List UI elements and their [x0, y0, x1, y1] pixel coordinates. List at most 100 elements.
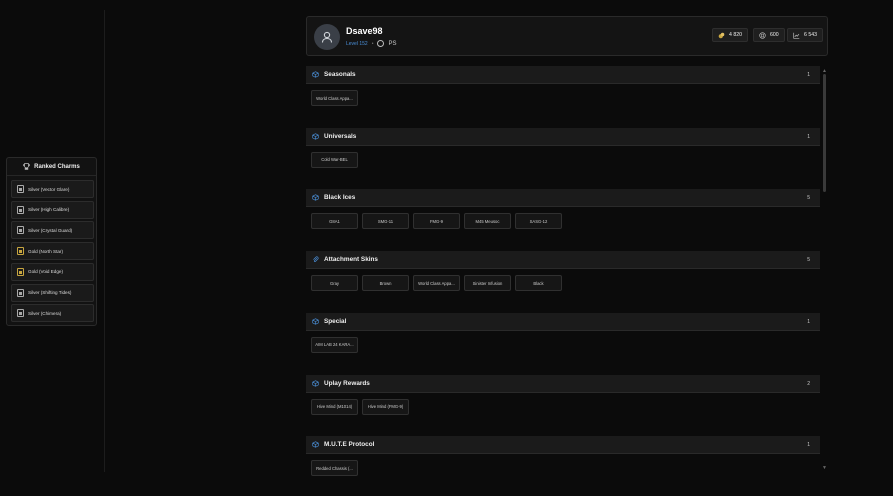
section-black-ices: Black Ices 5 G8A1 SMG-11 FMG-9 M45 Meusoc SASG…: [306, 189, 820, 249]
item-chip[interactable]: SASG-12: [515, 213, 562, 230]
section-count: 2: [807, 380, 810, 387]
cube-icon: [312, 71, 319, 78]
platform-globe-icon: [377, 40, 385, 47]
charm-icon: [17, 205, 24, 214]
section-items: G8A1 SMG-11 FMG-9 M45 Meusoc SASG-12: [306, 207, 820, 249]
cube-icon: [312, 379, 319, 387]
ranked-charms-header: Ranked Charms: [7, 158, 96, 176]
cube-icon: [312, 318, 319, 325]
section-count: 5: [807, 195, 810, 202]
section-count: 1: [807, 133, 810, 140]
section-header[interactable]: Universals 1: [306, 127, 820, 146]
section-uplay-rewards: Uplay Rewards 2 Hive Mind (M1014) Hive Mind…: [306, 374, 820, 435]
item-chip[interactable]: G8A1: [311, 213, 358, 230]
page-divider: [104, 10, 105, 472]
charm-label: Silver (High Calibre): [28, 207, 70, 213]
section-count: 5: [807, 257, 810, 264]
ranking-value: 6 543: [804, 32, 817, 38]
section-attachment-skins: Attachment Skins 5 Gray Brown World Class Ap…: [306, 251, 820, 311]
playstation-icon: PS: [388, 41, 396, 47]
item-chip[interactable]: SMG-11: [362, 213, 409, 230]
charm-icon: [17, 247, 24, 256]
item-chip[interactable]: World Class Appa...: [311, 90, 358, 106]
gold-coin-value: 4 820: [729, 32, 742, 38]
section-items: World Class Appa...: [306, 84, 820, 126]
user-icon: [321, 31, 333, 43]
charm-label: Silver (Chimera): [28, 310, 62, 316]
chart-icon: [793, 32, 800, 39]
section-items: Gray Brown World Class Appa... Sinister Inf…: [306, 269, 820, 311]
section-seasonals: Seasonals 1 World Class Appa...: [306, 66, 820, 126]
item-chip[interactable]: Brown: [362, 275, 409, 292]
item-chip[interactable]: Hive Mind (M1014): [311, 398, 358, 415]
charm-icon: [17, 226, 24, 235]
ranking-stat: 6 543: [787, 28, 823, 42]
scroll-down-arrow[interactable]: ▼: [822, 465, 827, 471]
charm-label: Gold (Void Edge): [28, 269, 63, 275]
level-separator: •: [371, 40, 374, 47]
trophy-icon: [23, 163, 30, 170]
section-title: Uplay Rewards: [324, 379, 370, 387]
silver-coin-value: 600: [770, 32, 779, 38]
charm-label: Silver (Vector Glare): [28, 186, 70, 192]
section-universals: Universals 1 Cold War-BEL: [306, 127, 820, 188]
platform-label: PS: [388, 40, 397, 47]
section-title: Black Ices: [324, 194, 356, 202]
gold-coin-stat: 4 820: [712, 28, 748, 42]
charm-item[interactable]: Silver (High Calibre): [11, 200, 94, 219]
charm-label: Silver (Shifting Tides): [28, 290, 72, 295]
item-chip[interactable]: Redded Chassis (...: [311, 460, 358, 477]
section-header[interactable]: M.U.T.E Protocol 1: [306, 436, 820, 455]
item-chip[interactable]: World Class Appa...: [413, 275, 460, 292]
section-count: 1: [807, 72, 810, 78]
collection-sections[interactable]: Seasonals 1 World Class Appa... Universals 1…: [306, 66, 820, 477]
charm-item[interactable]: Silver (Crystal Guard): [11, 221, 94, 240]
section-header[interactable]: Attachment Skins 5: [306, 251, 820, 270]
section-header[interactable]: Uplay Rewards 2: [306, 374, 820, 393]
section-title: Seasonals: [324, 71, 356, 78]
charm-icon: [17, 288, 24, 297]
username: Dsave98: [346, 26, 383, 36]
section-title: Special: [324, 317, 347, 325]
section-count: 1: [807, 318, 810, 325]
section-special: Special 1 AIM LAB 24 KARA...: [306, 312, 820, 373]
charm-icon: [17, 309, 24, 318]
level-label: Level 152: [346, 40, 368, 47]
charm-icon: [17, 185, 24, 193]
section-items: Hive Mind (M1014) Hive Mind (FMG-9): [306, 393, 820, 435]
charm-item[interactable]: Gold (Void Edge): [11, 262, 94, 281]
section-header[interactable]: Seasonals 1: [306, 66, 820, 84]
item-chip[interactable]: Hive Mind (FMG-9): [362, 398, 409, 415]
charm-label: Gold (North Star): [28, 248, 63, 254]
cube-icon: [312, 441, 319, 448]
section-header[interactable]: Black Ices 5: [306, 189, 820, 208]
section-title: M.U.T.E Protocol: [324, 441, 375, 449]
item-chip[interactable]: FMG-9: [413, 213, 460, 230]
charm-item[interactable]: Silver (Vector Glare): [11, 180, 94, 198]
section-title: Attachment Skins: [324, 256, 378, 264]
item-chip[interactable]: Black: [515, 275, 562, 292]
cube-icon: [312, 133, 319, 140]
item-chip[interactable]: M45 Meusoc: [464, 213, 511, 230]
profile-card: Dsave98 Level 152 • PS 4 820 600 6 543: [306, 16, 828, 56]
cube-icon: [312, 194, 319, 202]
charm-item[interactable]: Silver (Chimera): [11, 304, 94, 323]
charm-label: Silver (Crystal Guard): [28, 227, 73, 233]
section-title: Universals: [324, 132, 357, 140]
section-items: Redded Chassis (...: [306, 454, 820, 496]
gold-coin-icon: [718, 32, 725, 38]
section-header[interactable]: Special 1: [306, 312, 820, 331]
item-chip[interactable]: Gray: [311, 275, 358, 292]
item-chip[interactable]: AIM LAB 24 KARA...: [311, 336, 358, 353]
section-count: 1: [807, 442, 810, 449]
section-items: Cold War-BEL: [306, 146, 820, 188]
item-chip[interactable]: Cold War-BEL: [311, 151, 358, 168]
charm-item[interactable]: Gold (North Star): [11, 242, 94, 261]
avatar[interactable]: [314, 24, 340, 50]
charm-icon: [17, 267, 24, 276]
section-m-u-t-e-protocol: M.U.T.E Protocol 1 Redded Chassis (...: [306, 436, 820, 496]
charm-item[interactable]: Silver (Shifting Tides): [11, 283, 94, 302]
scrollbar-thumb[interactable]: [823, 74, 826, 192]
item-chip[interactable]: Sinister Infusion: [464, 275, 511, 292]
level-row: Level 152 • PS: [346, 40, 396, 47]
